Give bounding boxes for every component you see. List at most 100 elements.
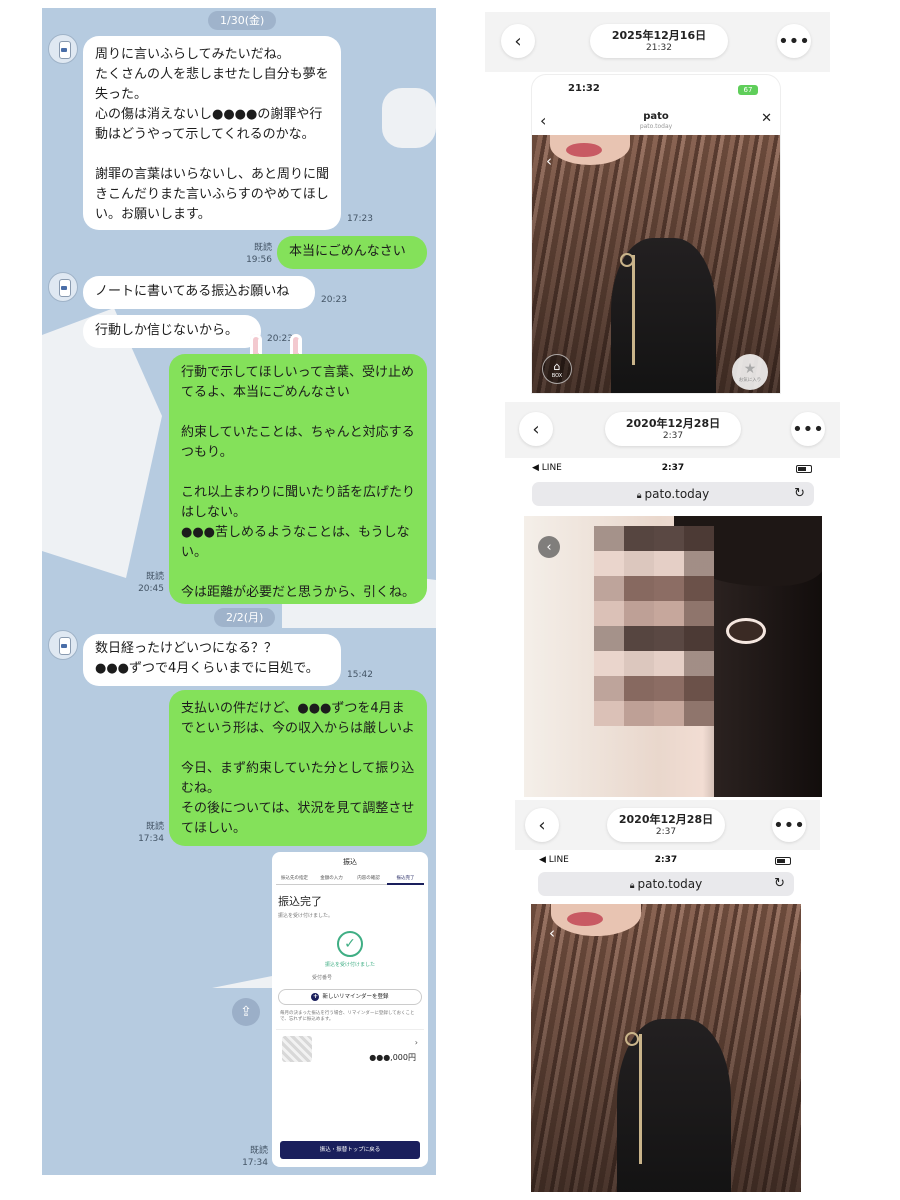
message-time: 20:23	[321, 295, 347, 305]
back-chevron-icon: ‹	[546, 539, 552, 555]
share-button[interactable]: ⇪	[232, 998, 260, 1026]
box-button[interactable]: ⌂ BOX	[542, 354, 572, 384]
favorite-button[interactable]: ★ お気に入り	[732, 354, 768, 390]
check-circle-icon: ✓	[337, 931, 363, 957]
time: 2:37	[662, 431, 684, 441]
incoming-message: 行動しか信じないから。	[83, 315, 261, 348]
transfer-complete-sub: 振込を受け付けました。	[278, 913, 334, 919]
back-chevron-icon: ‹	[538, 814, 546, 836]
transfer-steps: 振込先の指定 金額の入力 内容の確認 振込完了	[276, 875, 424, 885]
avatar[interactable]	[48, 34, 78, 64]
more-dots-icon: •••	[778, 30, 810, 52]
avatar[interactable]	[48, 630, 78, 660]
site-title: pato	[643, 111, 669, 122]
back-button[interactable]: ‹	[501, 24, 535, 58]
photo-viewer-header: ‹ 2020年12月28日 2:37 •••	[505, 402, 840, 458]
share-icon: ⇪	[240, 1004, 252, 1020]
lock-icon: 🔒︎	[629, 881, 635, 891]
outgoing-message: 本当にごめんなさい	[277, 236, 427, 269]
message-time: 17:34	[242, 1158, 268, 1168]
battery-indicator: 67	[738, 85, 758, 95]
status-bar: ◀ LINE 2:37	[531, 852, 801, 870]
photo-viewer-header: ‹ 2020年12月28日 2:37 •••	[515, 800, 820, 850]
date-pill: 2025年12月16日 21:32	[590, 24, 728, 58]
plus-icon: +	[311, 993, 320, 1001]
phone-screenshot-1: 21:32 67 ‹ pato pato.today ✕ ‹ ⌂ BOX ★ お…	[532, 75, 780, 393]
message-time: 15:42	[347, 670, 373, 680]
back-chevron-icon: ‹	[549, 924, 555, 942]
avatar[interactable]	[48, 272, 78, 302]
time: 21:32	[646, 43, 672, 53]
time: 2:37	[655, 827, 677, 837]
back-chevron-icon: ‹	[514, 30, 522, 52]
date: 2025年12月16日	[611, 29, 707, 42]
more-button[interactable]: •••	[791, 412, 825, 446]
bank-title: 振込	[343, 858, 357, 866]
date: 2020年12月28日	[625, 417, 721, 430]
incoming-message: 周りに言いふらしてみたいだね。 たくさんの人を悲しませたし自分も夢を失った。 心…	[83, 36, 341, 230]
date-separator: 1/30(金)	[208, 11, 277, 30]
mosaic	[594, 526, 714, 726]
background-cloud	[382, 88, 436, 148]
photo-necklace	[639, 1034, 642, 1164]
battery-icon	[796, 465, 812, 473]
chevron-right-icon: ›	[414, 1038, 418, 1047]
receipt-number-label: 受付番号	[312, 975, 333, 981]
viewer-back-button[interactable]: ‹	[538, 536, 560, 558]
back-to-transfer-top-button[interactable]: 振込・振替トップに戻る	[280, 1141, 420, 1159]
outgoing-message: 行動で示してほしいって言葉、受け止めてるよ、本当にごめんなさい 約束していたこと…	[169, 354, 427, 604]
photo-lips	[567, 912, 603, 926]
url-text: pato.today	[637, 877, 703, 891]
message-time: 20:45	[138, 584, 164, 594]
favorite-label: お気に入り	[738, 378, 762, 383]
status-time: 2:37	[654, 855, 678, 865]
viewer-back-button[interactable]: ‹	[538, 150, 560, 172]
photo-eye	[729, 621, 763, 641]
read-receipt: 既読	[253, 243, 272, 253]
photo-necklace	[632, 255, 635, 365]
reload-icon[interactable]: ↻	[774, 872, 785, 896]
bank-transfer-image-message[interactable]: 振込 振込先の指定 金額の入力 内容の確認 振込完了 振込完了 振込を受け付けま…	[272, 852, 428, 1167]
reminder-label: 新しいリマインダーを登録	[322, 994, 389, 1000]
step: 振込先の指定	[276, 875, 313, 885]
photo-earring	[625, 1032, 639, 1046]
back-chevron-icon: ‹	[546, 152, 552, 170]
url-bar[interactable]: 🔒︎ pato.today ↻	[538, 872, 794, 896]
message-time: 17:23	[347, 214, 373, 224]
account-row[interactable]: › ●●●,000円	[276, 1029, 424, 1069]
more-button[interactable]: •••	[777, 24, 811, 58]
site-subtitle: pato.today	[639, 123, 673, 130]
photo-viewer-header: ‹ 2025年12月16日 21:32 •••	[485, 12, 830, 72]
step: 金額の入力	[313, 875, 350, 885]
background-cloud	[42, 308, 162, 578]
read-receipt: 既読	[145, 572, 164, 582]
step-current: 振込完了	[387, 875, 424, 885]
transfer-amount: ●●●,000円	[369, 1053, 416, 1062]
reload-icon[interactable]: ↻	[794, 482, 805, 506]
date-pill: 2020年12月28日 2:37	[607, 808, 725, 842]
transfer-complete-heading: 振込完了	[278, 895, 322, 908]
more-dots-icon: •••	[792, 418, 824, 440]
date-separator: 2/2(月)	[214, 608, 276, 627]
status-time: 2:37	[661, 463, 685, 473]
more-dots-icon: •••	[773, 814, 805, 836]
back-button[interactable]: ‹	[525, 808, 559, 842]
read-receipt: 既読	[145, 822, 164, 832]
lock-icon: 🔒︎	[636, 491, 642, 501]
reminder-note: 毎月の決まった振込を行う場合、リマインダーに登録しておくことで、忘れずに振込めま…	[280, 1011, 415, 1022]
url-text: pato.today	[644, 487, 710, 501]
register-reminder-button[interactable]: + 新しいリマインダーを登録	[278, 989, 422, 1005]
message-time: 19:56	[246, 255, 272, 265]
date-pill: 2020年12月28日 2:37	[605, 412, 741, 446]
more-button[interactable]: •••	[772, 808, 806, 842]
phone-screenshot-2: ◀ LINE 2:37 🔒︎ pato.today ↻ ‹	[524, 460, 822, 797]
star-icon: ★	[743, 361, 757, 377]
url-bar[interactable]: 🔒︎ pato.today ↻	[532, 482, 814, 506]
photo-lips	[566, 143, 602, 157]
gift-box-icon: ⌂	[553, 359, 561, 373]
close-icon[interactable]: ✕	[761, 111, 772, 126]
back-button[interactable]: ‹	[519, 412, 553, 446]
viewer-back-button[interactable]: ‹	[541, 922, 563, 944]
date: 2020年12月28日	[618, 813, 714, 826]
battery-icon	[775, 857, 791, 865]
